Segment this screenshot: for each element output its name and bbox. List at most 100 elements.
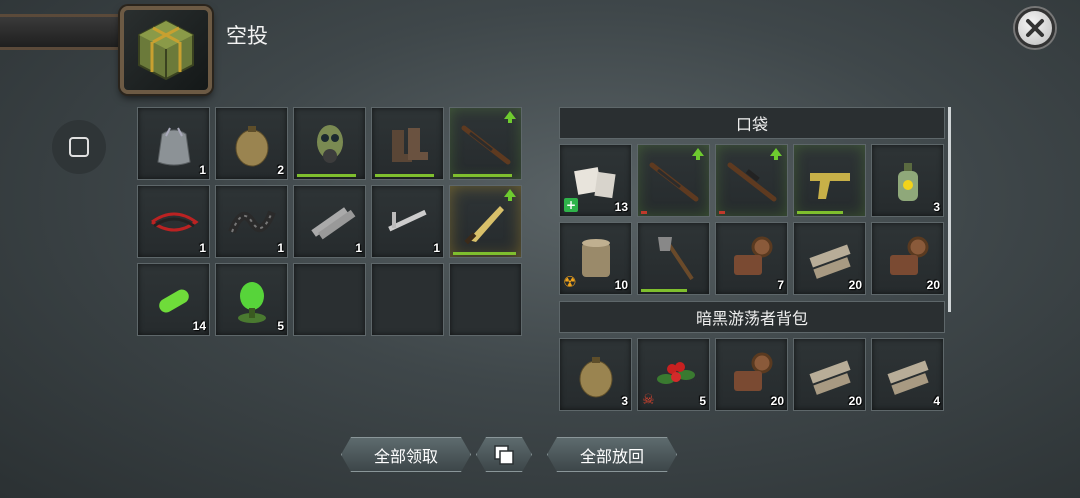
item-count: 1 [199, 163, 206, 177]
loot-slot-wires[interactable]: 1 [137, 185, 210, 258]
hose-icon [227, 209, 276, 234]
pocket-slot-shovel[interactable] [637, 222, 710, 295]
upgrade-arrow-icon [692, 148, 704, 160]
gas-mask-icon [316, 124, 343, 163]
item-count: 1 [433, 241, 440, 255]
return-all-button[interactable]: 全部放回 [547, 437, 677, 472]
close-x-icon [1026, 19, 1044, 37]
loot-slot-saw-blades[interactable]: 1 [293, 185, 366, 258]
plastic-bag-icon [156, 127, 191, 165]
item-count: 20 [848, 278, 862, 292]
durability-bar [375, 174, 434, 177]
header-pipe-decoration [0, 14, 130, 50]
loot-empty-slot[interactable] [293, 263, 366, 336]
backpack-grid: 3 ☠ 5 20 20 4 [559, 338, 944, 411]
caliper-icon [387, 209, 427, 231]
airdrop-loot-grid: 1 2 1 1 1 1 14 5 [137, 107, 522, 336]
item-count: 5 [699, 394, 706, 408]
item-count: 4 [933, 394, 940, 408]
medical-badge-icon: + [564, 198, 578, 212]
item-count: 3 [621, 394, 628, 408]
low-durability-bar [641, 211, 647, 214]
boots-icon [391, 127, 428, 162]
backpack-slot-berries[interactable]: ☠ 5 [637, 338, 710, 411]
upgrade-arrow-icon [504, 111, 516, 123]
loot-slot-canteen[interactable]: 2 [215, 107, 288, 180]
poison-badge-icon: ☠ [642, 392, 655, 408]
item-count: 10 [614, 278, 628, 292]
backpack-title: 暗黑游荡者背包 [695, 309, 808, 328]
sniper-rifle-icon [727, 162, 776, 201]
pocket-slot-golden-pistol[interactable] [793, 144, 866, 217]
square-icon [69, 137, 89, 157]
backpack-slot-planks[interactable]: 20 [793, 338, 866, 411]
pocket-slot-rusty-parts[interactable]: 7 [715, 222, 788, 295]
return-all-label: 全部放回 [579, 446, 644, 466]
loot-slot-plastic-bag[interactable]: 1 [137, 107, 210, 180]
backpack-slot-canteen[interactable]: 3 [559, 338, 632, 411]
loot-slot-hose[interactable]: 1 [215, 185, 288, 258]
loot-slot-caliper[interactable]: 1 [371, 185, 444, 258]
pistol-icon [809, 172, 850, 199]
pocket-slot-canned-food[interactable]: ☢ 10 [559, 222, 632, 295]
toxin-bottle-icon [897, 162, 918, 201]
wires-icon [150, 212, 199, 231]
backpack-slot-rusty-parts[interactable]: 20 [715, 338, 788, 411]
shovel-icon [657, 236, 694, 280]
durability-bar [453, 174, 512, 177]
loot-slot-rifle[interactable] [449, 107, 522, 180]
rifle-icon [649, 162, 698, 201]
loot-empty-slot[interactable] [449, 263, 522, 336]
item-count: 1 [199, 241, 206, 255]
upgrade-arrow-icon [770, 148, 782, 160]
item-count: 14 [192, 319, 206, 333]
pocket-header: 口袋 [559, 107, 945, 139]
loot-empty-slot[interactable] [371, 263, 444, 336]
stack-button[interactable] [476, 437, 532, 472]
rusty-parts-icon [733, 236, 772, 275]
item-count: 3 [933, 200, 940, 214]
rifle-icon [461, 125, 510, 164]
backpack-slot-planks[interactable]: 4 [871, 338, 944, 411]
loot-slot-green-capsule[interactable]: 14 [137, 263, 210, 336]
loot-slot-machete[interactable] [449, 185, 522, 258]
item-count: 20 [770, 394, 784, 408]
take-all-button[interactable]: 全部领取 [341, 437, 471, 472]
page-title: 空投 [226, 24, 268, 48]
item-count: 5 [277, 319, 284, 333]
pocket-slot-rifle[interactable] [637, 144, 710, 217]
low-durability-bar [719, 211, 725, 214]
pocket-slot-rusty-parts[interactable]: 20 [871, 222, 944, 295]
item-count: 7 [777, 278, 784, 292]
inventory-scrollbar[interactable] [948, 107, 951, 312]
durability-bar [641, 289, 687, 292]
saw-blade-icon [310, 206, 355, 239]
stack-icon [492, 443, 516, 467]
pocket-slot-planks[interactable]: 20 [793, 222, 866, 295]
loot-slot-gas-mask[interactable] [293, 107, 366, 180]
loot-slot-green-flask[interactable]: 5 [215, 263, 288, 336]
item-count: 1 [277, 241, 284, 255]
item-count: 20 [926, 278, 940, 292]
pocket-title: 口袋 [735, 115, 768, 134]
upgrade-arrow-icon [504, 189, 516, 201]
pocket-slot-toxin-bottle[interactable]: 3 [871, 144, 944, 217]
durability-bar [297, 174, 356, 177]
pocket-slot-sniper-rifle[interactable] [715, 144, 788, 217]
pocket-slot-bandage[interactable]: +13 [559, 144, 632, 217]
side-menu-button[interactable] [52, 120, 106, 174]
item-count: 20 [848, 394, 862, 408]
item-count: 13 [614, 200, 628, 214]
radiation-badge-icon: ☢ [563, 273, 577, 291]
airdrop-crate-icon [120, 6, 212, 94]
pocket-grid: +13 3 ☢ 10 7 20 20 [559, 144, 944, 295]
machete-icon [463, 205, 504, 244]
item-count: 1 [355, 241, 362, 255]
close-button[interactable] [1015, 8, 1055, 48]
green-flask-icon [237, 281, 266, 323]
loot-slot-boots[interactable] [371, 107, 444, 180]
canteen-icon [579, 356, 612, 397]
planks-icon [886, 359, 929, 395]
canteen-icon [235, 125, 268, 166]
backpack-header: 暗黑游荡者背包 [559, 301, 945, 333]
